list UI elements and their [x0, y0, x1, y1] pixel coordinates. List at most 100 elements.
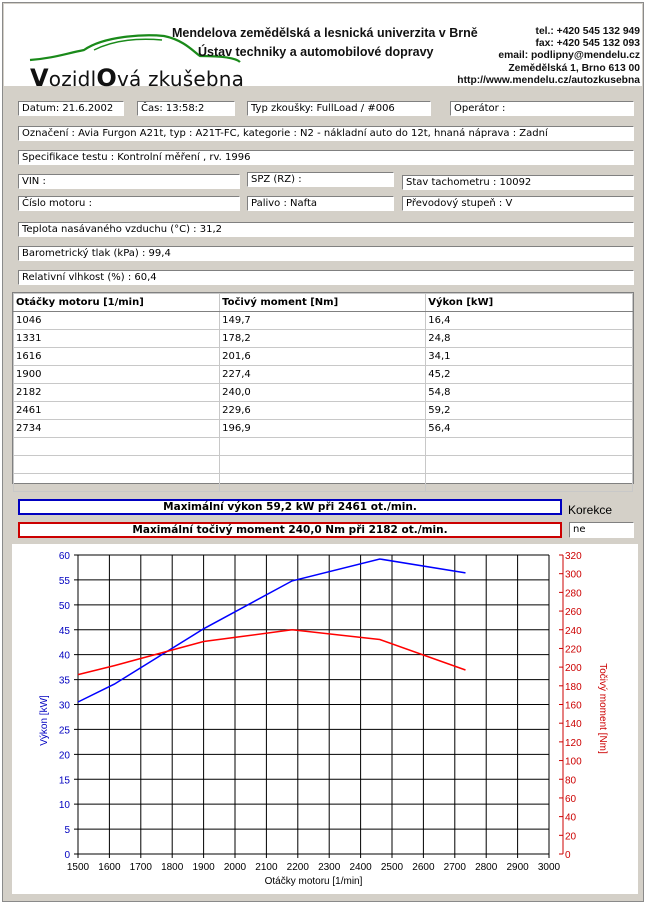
table-row: 1900 227,4 45,2 — [12, 365, 633, 384]
y-right-tick-label: 240 — [565, 626, 582, 637]
date-field: Datum: 21.6.2002 — [18, 101, 124, 116]
cell-power: 59,2 — [425, 401, 633, 420]
cell-power — [425, 455, 633, 474]
table-row — [12, 473, 633, 492]
cell-power: 54,8 — [425, 383, 633, 402]
time-field: Čas: 13:58:2 — [137, 101, 235, 116]
power-series-line — [77, 558, 466, 703]
table-row: 2734 196,9 56,4 — [12, 419, 633, 438]
cell-rpm: 2461 — [12, 401, 221, 420]
y-right-tick-label: 160 — [565, 701, 582, 712]
cell-rpm — [12, 473, 221, 492]
y-right-tick-label: 300 — [565, 570, 582, 581]
y-left-tick-label: 60 — [59, 551, 71, 562]
x-tick-label: 1700 — [130, 862, 153, 873]
engine-number-field: Číslo motoru : — [18, 196, 240, 211]
y-left-tick-label: 25 — [59, 725, 71, 736]
y-right-tick-label: 280 — [565, 588, 582, 599]
x-tick-label: 2500 — [381, 862, 404, 873]
max-power-box: Maximální výkon 59,2 kW při 2461 ot./min… — [18, 499, 562, 515]
y-left-tick-label: 55 — [59, 576, 71, 587]
column-header-power: Výkon [kW] — [425, 293, 633, 312]
vin-field: VIN : — [18, 174, 240, 189]
cell-torque: 149,7 — [219, 311, 427, 330]
cell-torque — [219, 437, 427, 456]
y-left-tick-label: 40 — [59, 651, 71, 662]
air-temperature-field: Teplota nasávaného vzduchu (°C) : 31,2 — [18, 222, 634, 237]
department-name: Ústav techniky a automobilové dopravy — [198, 45, 434, 59]
y-right-axis-title: Točivý moment [Nm] — [597, 663, 608, 754]
operator-field: Operátor : — [450, 101, 634, 116]
cell-torque: 229,6 — [219, 401, 427, 420]
torque-series-line — [77, 629, 466, 676]
logo-text: VozidlOvá zkušebna — [30, 64, 245, 92]
contact-email[interactable]: email: podlipny@mendelu.cz — [454, 50, 640, 62]
cell-power: 34,1 — [425, 347, 633, 366]
y-right-tick-label: 20 — [565, 831, 577, 842]
y-right-tick-label: 0 — [565, 850, 571, 861]
table-row: 1331 178,2 24,8 — [12, 329, 633, 348]
y-left-tick-label: 15 — [59, 775, 71, 786]
university-name: Mendelova zemědělská a lesnická univerzi… — [172, 26, 478, 40]
contact-fax: fax: +420 545 132 093 — [535, 38, 641, 50]
column-header-rpm: Otáčky motoru [1/min] — [12, 293, 221, 312]
cell-power — [425, 437, 633, 456]
table-row: 2182 240,0 54,8 — [12, 383, 633, 402]
y-right-tick-label: 140 — [565, 719, 582, 730]
table-row: 1046 149,7 16,4 — [12, 311, 633, 330]
table-row — [12, 455, 633, 474]
cell-rpm: 1046 — [12, 311, 221, 330]
test-specification-field: Specifikace testu : Kontrolní měření , r… — [18, 150, 634, 165]
x-tick-label: 2000 — [224, 862, 247, 873]
contact-tel: tel.: +420 545 132 949 — [535, 26, 640, 37]
cell-power — [425, 473, 633, 492]
cell-rpm: 1900 — [12, 365, 221, 384]
table-row: 1616 201,6 34,1 — [12, 347, 633, 366]
x-tick-label: 1900 — [192, 862, 215, 873]
x-tick-label: 2400 — [349, 862, 372, 873]
x-tick-label: 3000 — [538, 862, 561, 873]
table-row: 2461 229,6 59,2 — [12, 401, 633, 420]
contact-info: tel.: +420 545 132 949 fax: +420 545 132… — [454, 26, 640, 87]
x-tick-label: 2600 — [412, 862, 435, 873]
cell-rpm: 1331 — [12, 329, 221, 348]
y-left-tick-label: 35 — [59, 676, 71, 687]
max-torque-box: Maximální točivý moment 240,0 Nm při 218… — [18, 522, 562, 538]
cell-torque — [219, 473, 427, 492]
x-tick-label: 1600 — [98, 862, 121, 873]
y-right-tick-label: 120 — [565, 738, 582, 749]
report-header: VozidlOvá zkušebna Mendelova zemědělská … — [4, 4, 642, 92]
fuel-field: Palivo : Nafta — [247, 196, 394, 211]
y-right-tick-label: 100 — [565, 757, 582, 768]
y-left-tick-label: 5 — [64, 825, 70, 836]
contact-url[interactable]: http://www.mendelu.cz/autozkusebna — [454, 75, 640, 87]
cell-torque: 240,0 — [219, 383, 427, 402]
x-tick-label: 2200 — [287, 862, 310, 873]
x-tick-label: 2700 — [444, 862, 467, 873]
y-right-tick-label: 40 — [565, 813, 577, 824]
barometric-pressure-field: Barometrický tlak (kPa) : 99,4 — [18, 246, 634, 261]
cell-power: 45,2 — [425, 365, 633, 384]
cell-power: 16,4 — [425, 311, 633, 330]
vehicle-designation-field: Označení : Avia Furgon A21t, typ : A21T-… — [18, 126, 634, 141]
y-left-tick-label: 0 — [64, 850, 70, 861]
y-right-tick-label: 220 — [565, 644, 582, 655]
cell-rpm: 1616 — [12, 347, 221, 366]
cell-torque: 196,9 — [219, 419, 427, 438]
table-header-row: Otáčky motoru [1/min] Točivý moment [Nm]… — [12, 293, 633, 312]
korekce-label: Korekce — [568, 503, 613, 517]
power-torque-chart: 1500 1600 1700 1800 1900 2000 2100 2200 2300 2400… — [12, 544, 638, 894]
y-right-tick-label: 60 — [565, 794, 577, 805]
y-left-tick-label: 30 — [59, 701, 71, 712]
y-right-tick-label: 260 — [565, 607, 582, 618]
x-tick-label: 2300 — [318, 862, 341, 873]
y-left-tick-label: 50 — [59, 601, 71, 612]
y-left-axis-title: Výkon [kW] — [39, 695, 50, 746]
chart-svg: 1500 1600 1700 1800 1900 2000 2100 2200 2300 2400… — [39, 551, 608, 887]
y-right-tick-label: 200 — [565, 663, 582, 674]
x-axis-title: Otáčky motoru [1/min] — [265, 876, 363, 887]
y-right-tick-label: 80 — [565, 775, 577, 786]
column-header-torque: Točivý moment [Nm] — [219, 293, 427, 312]
x-tick-label: 2900 — [506, 862, 529, 873]
y-right-tick-label: 180 — [565, 682, 582, 693]
